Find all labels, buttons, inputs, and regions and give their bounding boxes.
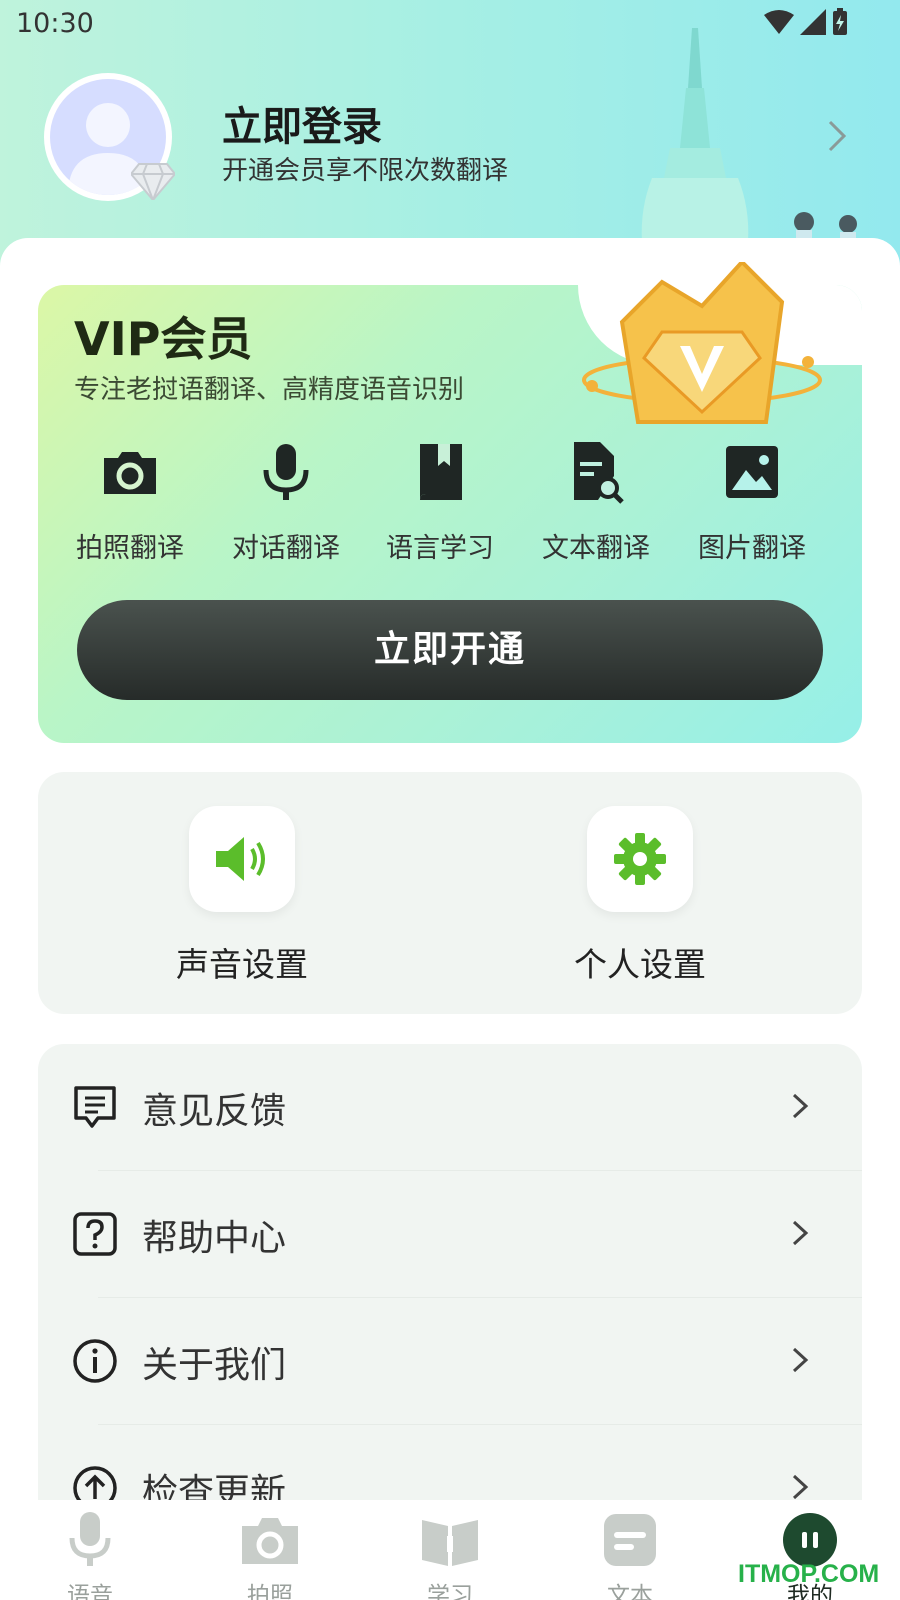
personal-settings[interactable]: 个人设置 (540, 806, 740, 986)
signal-icon (800, 9, 826, 35)
chevron-right-icon (792, 1093, 809, 1119)
feature-label: 对话翻译 (232, 533, 340, 564)
menu-item-label: 关于我们 (142, 1345, 287, 1386)
vip-features: 拍照翻译 对话翻译 语言学习 文本翻译 图片翻译 (38, 430, 862, 570)
feature-language-learning[interactable]: 语言学习 (360, 430, 520, 565)
feature-label: 文本翻译 (542, 533, 650, 564)
nav-text[interactable]: 文本 (570, 1510, 690, 1600)
settings-card: 声音设置 个人设置 (38, 772, 862, 1014)
camera-icon (242, 1518, 298, 1564)
login-subtitle: 开通会员享不限次数翻译 (222, 156, 509, 186)
document-search-icon (574, 442, 624, 504)
menu-item-feedback[interactable]: 意见反馈 (38, 1044, 862, 1171)
nav-label: 文本 (607, 1583, 653, 1600)
feature-dialog-translate[interactable]: 对话翻译 (206, 430, 366, 565)
battery-icon (833, 8, 847, 35)
menu-list: 意见反馈 帮助中心 关于我们 检查更新 (38, 1044, 862, 1514)
feature-image-translate[interactable]: 图片翻译 (672, 430, 832, 565)
info-icon (73, 1339, 117, 1383)
microphone-icon (69, 1512, 111, 1566)
feedback-icon (74, 1086, 116, 1128)
chevron-right-icon (792, 1474, 809, 1500)
feature-label: 拍照翻译 (76, 533, 184, 564)
nav-label: 学习 (427, 1583, 473, 1600)
feature-photo-translate[interactable]: 拍照翻译 (50, 430, 210, 565)
nav-learn[interactable]: 学习 (390, 1510, 510, 1600)
microphone-icon (263, 444, 309, 500)
vip-title: VIP会员 (74, 312, 253, 366)
book-icon (420, 444, 462, 500)
status-time: 10:30 (16, 8, 94, 39)
nav-photo[interactable]: 拍照 (210, 1510, 330, 1600)
open-vip-button[interactable]: 立即开通 (77, 600, 823, 700)
nav-voice[interactable]: 语音 (30, 1510, 150, 1600)
nav-label: 语音 (67, 1583, 113, 1600)
camera-icon (104, 452, 156, 494)
personal-settings-tile (587, 806, 693, 912)
watermark: ITMOP.COM (738, 1560, 880, 1588)
diamond-icon (131, 163, 175, 200)
feature-label: 图片翻译 (698, 533, 806, 564)
help-icon (73, 1212, 117, 1256)
speaker-icon (216, 837, 265, 881)
book-icon (422, 1520, 478, 1566)
menu-item-help[interactable]: 帮助中心 (38, 1171, 862, 1298)
feature-text-translate[interactable]: 文本翻译 (516, 430, 676, 565)
wifi-icon (764, 10, 794, 34)
chevron-right-icon[interactable] (826, 118, 850, 154)
sound-settings-label: 声音设置 (176, 945, 308, 984)
status-bar: 10:30 (0, 0, 900, 50)
sound-settings-tile (189, 806, 295, 912)
sound-settings[interactable]: 声音设置 (142, 806, 342, 986)
chevron-right-icon (792, 1220, 809, 1246)
status-icons (764, 8, 848, 36)
vip-crown-icon (582, 262, 822, 424)
stupa-illustration (641, 28, 749, 242)
nav-label: 拍照 (247, 1583, 293, 1600)
personal-settings-label: 个人设置 (574, 945, 706, 984)
text-icon (604, 1514, 656, 1566)
login-title[interactable]: 立即登录 (222, 94, 382, 152)
menu-item-about[interactable]: 关于我们 (38, 1298, 862, 1425)
image-icon (726, 446, 778, 498)
vip-subtitle: 专注老挝语翻译、高精度语音识别 (74, 375, 465, 405)
chevron-right-icon (792, 1347, 809, 1373)
menu-item-label: 意见反馈 (142, 1091, 287, 1132)
menu-item-label: 帮助中心 (142, 1218, 287, 1259)
feature-label: 语言学习 (386, 533, 494, 564)
gear-icon (614, 833, 666, 885)
